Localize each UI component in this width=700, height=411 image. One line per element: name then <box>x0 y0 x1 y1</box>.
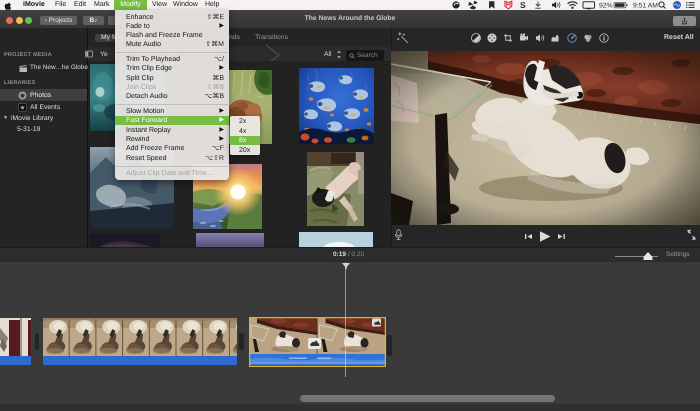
svg-text:92%: 92% <box>599 3 613 10</box>
svg-text:S: S <box>520 0 526 10</box>
svg-text:9:51 AM: 9:51 AM <box>633 3 658 10</box>
